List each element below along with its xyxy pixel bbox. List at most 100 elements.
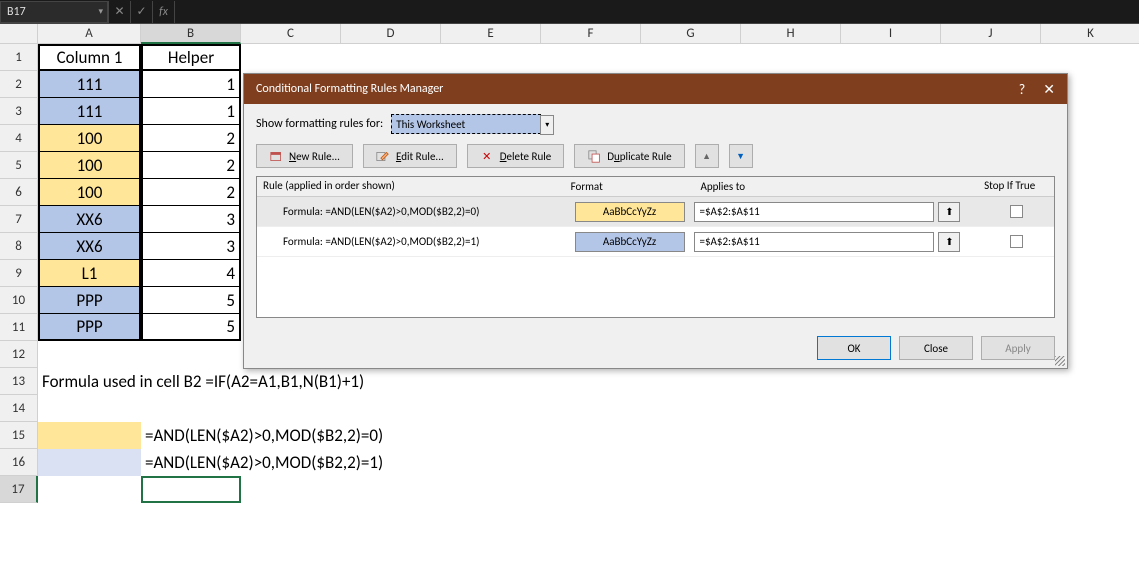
name-box-value: B17 <box>7 5 26 19</box>
move-down-button[interactable]: ▼ <box>729 144 753 168</box>
row-header-2[interactable]: 2 <box>0 71 38 98</box>
stop-if-true-checkbox[interactable] <box>1010 235 1023 248</box>
col-stop: Stop If True <box>978 177 1054 196</box>
swatch-yellow[interactable] <box>38 422 141 449</box>
swatch-blue[interactable] <box>38 449 141 476</box>
confirm-formula-button[interactable]: ✓ <box>130 1 152 23</box>
col-header-H[interactable]: H <box>741 24 841 44</box>
row-header-4[interactable]: 4 <box>0 125 38 152</box>
row-header-15[interactable]: 15 <box>0 422 38 449</box>
range-picker-icon[interactable]: ⬆ <box>938 202 960 222</box>
show-rules-for-label: Show formatting rules for: <box>256 117 383 131</box>
col-header-G[interactable]: G <box>641 24 741 44</box>
cell-A6[interactable]: 100 <box>38 179 141 206</box>
cell-A4[interactable]: 100 <box>38 125 141 152</box>
col-header-F[interactable]: F <box>541 24 641 44</box>
row-header-9[interactable]: 9 <box>0 260 38 287</box>
name-box[interactable]: B17 ▾ <box>0 1 108 23</box>
close-icon[interactable]: ✕ <box>1043 81 1055 98</box>
duplicate-rule-button[interactable]: Duplicate Rule <box>574 144 684 168</box>
applies-to-input[interactable]: =$A$2:$A$11 <box>694 202 934 222</box>
formula-16: =AND(LEN($A2)>0,MOD($B2,2)=1) <box>141 449 641 476</box>
rule-formula: Formula: =AND(LEN($A2)>0,MOD($B2,2)=0) <box>257 205 565 218</box>
row-header-17[interactable]: 17 <box>0 476 38 503</box>
close-button[interactable]: Close <box>899 336 973 360</box>
chevron-down-icon[interactable]: ▾ <box>540 115 554 135</box>
format-preview: AaBbCcYyZz <box>575 232 685 252</box>
col-header-D[interactable]: D <box>341 24 441 44</box>
cell-B11[interactable]: 5 <box>141 314 241 341</box>
header-A[interactable]: Column 1 <box>38 44 141 71</box>
row-header-14[interactable]: 14 <box>0 395 38 422</box>
cell-B3[interactable]: 1 <box>141 98 241 125</box>
row-header-8[interactable]: 8 <box>0 233 38 260</box>
new-rule-icon <box>269 149 283 163</box>
rule-row[interactable]: Formula: =AND(LEN($A2)>0,MOD($B2,2)=1)Aa… <box>257 227 1054 257</box>
col-header-I[interactable]: I <box>841 24 941 44</box>
dialog-title: Conditional Formatting Rules Manager <box>256 82 443 96</box>
rule-row[interactable]: Formula: =AND(LEN($A2)>0,MOD($B2,2)=0) Aa… <box>257 197 1054 227</box>
row-header-3[interactable]: 3 <box>0 98 38 125</box>
format-preview: AaBbCcYyZz <box>575 202 685 222</box>
cell-B4[interactable]: 2 <box>141 125 241 152</box>
cell-B8[interactable]: 3 <box>141 233 241 260</box>
cell-A9[interactable]: L1 <box>38 260 141 287</box>
row-header-1[interactable]: 1 <box>0 44 38 71</box>
cell-B6[interactable]: 2 <box>141 179 241 206</box>
name-box-dropdown-icon[interactable]: ▾ <box>98 6 103 17</box>
col-header-K[interactable]: K <box>1041 24 1139 44</box>
select-all-corner[interactable] <box>0 24 38 44</box>
col-header-A[interactable]: A <box>38 24 141 44</box>
dialog-titlebar[interactable]: Conditional Formatting Rules Manager ? ✕ <box>244 74 1067 104</box>
cell-A14[interactable] <box>38 395 141 422</box>
col-header-J[interactable]: J <box>941 24 1041 44</box>
move-up-button[interactable]: ▲ <box>695 144 719 168</box>
cancel-formula-button[interactable]: ✕ <box>108 1 130 23</box>
cell-A5[interactable]: 100 <box>38 152 141 179</box>
col-header-E[interactable]: E <box>441 24 541 44</box>
cell-A11[interactable]: PPP <box>38 314 141 341</box>
cell-A12[interactable] <box>38 341 141 368</box>
range-picker-icon[interactable]: ⬆ <box>938 232 960 252</box>
row-header-12[interactable]: 12 <box>0 341 38 368</box>
cell-B17[interactable] <box>141 476 241 503</box>
cell-B7[interactable]: 3 <box>141 206 241 233</box>
help-button[interactable]: ? <box>1019 81 1026 98</box>
row-header-16[interactable]: 16 <box>0 449 38 476</box>
insert-function-button[interactable]: fx <box>152 1 174 23</box>
cell-B9[interactable]: 4 <box>141 260 241 287</box>
row-header-5[interactable]: 5 <box>0 152 38 179</box>
cell-B12[interactable] <box>141 341 241 368</box>
cell-A17[interactable] <box>38 476 141 503</box>
formula-input[interactable] <box>174 1 1139 23</box>
column-headers: ABCDEFGHIJK <box>38 24 1139 44</box>
apply-button[interactable]: Apply <box>981 336 1055 360</box>
row-header-6[interactable]: 6 <box>0 179 38 206</box>
cell-B10[interactable]: 5 <box>141 287 241 314</box>
cell-B2[interactable]: 1 <box>141 71 241 98</box>
new-rule-button[interactable]: NNew Rule...ew Rule... <box>256 144 353 168</box>
edit-rule-icon <box>376 149 390 163</box>
resize-grip[interactable] <box>1055 356 1065 366</box>
cell-A3[interactable]: 111 <box>38 98 141 125</box>
cell-A10[interactable]: PPP <box>38 287 141 314</box>
cell-A2[interactable]: 111 <box>38 71 141 98</box>
row-header-7[interactable]: 7 <box>0 206 38 233</box>
row-header-13[interactable]: 13 <box>0 368 38 395</box>
edit-rule-button[interactable]: Edit Rule... <box>363 144 457 168</box>
cell-B5[interactable]: 2 <box>141 152 241 179</box>
cell-A8[interactable]: XX6 <box>38 233 141 260</box>
cell-A7[interactable]: XX6 <box>38 206 141 233</box>
row-header-11[interactable]: 11 <box>0 314 38 341</box>
col-rule: Rule (applied in order shown) <box>257 177 565 196</box>
applies-to-input[interactable]: =$A$2:$A$11 <box>694 232 934 252</box>
header-B[interactable]: Helper <box>141 44 241 71</box>
stop-if-true-checkbox[interactable] <box>1010 205 1023 218</box>
delete-rule-button[interactable]: ✕ Delete Rule <box>467 144 564 168</box>
row-header-10[interactable]: 10 <box>0 287 38 314</box>
delete-icon: ✕ <box>480 149 494 163</box>
col-header-C[interactable]: C <box>241 24 341 44</box>
ok-button[interactable]: OK <box>817 336 891 360</box>
show-rules-for-select[interactable]: This Worksheet ▾ <box>391 114 541 134</box>
col-header-B[interactable]: B <box>141 24 241 44</box>
